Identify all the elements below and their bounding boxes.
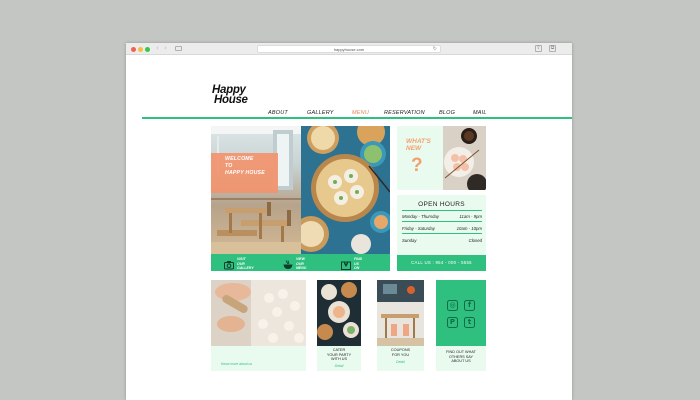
nav-reservation[interactable]: RESERVATION [384, 110, 425, 116]
cater-card[interactable]: CATER YOUR PARTY WITH US Detail [317, 280, 361, 371]
social-text: FIND OUT WHAT OTHERS SAY ABOUT US [446, 350, 476, 364]
maximize-window-button[interactable] [145, 46, 150, 52]
address-bar[interactable]: happyhouse.com ↻ [257, 45, 441, 53]
close-window-button[interactable] [131, 46, 136, 52]
question-mark: ? [411, 155, 423, 176]
minimize-window-button[interactable] [138, 46, 143, 52]
whats-new-panel: WHAT'S NEW ? [397, 126, 443, 190]
social-icons-panel: ◎ f P t [436, 280, 486, 346]
welcome-line-1: WELCOME [225, 156, 254, 162]
reload-icon[interactable]: ↻ [433, 46, 437, 53]
sidebar-toggle-icon[interactable] [175, 46, 182, 51]
about-card[interactable]: Know more about us [211, 280, 306, 371]
social-card: ◎ f P t FIND OUT WHAT OTHERS SAY ABOUT U… [436, 280, 486, 371]
hours-time: 10am - 10pm [456, 226, 482, 231]
hours-time: 11am - 9pm [459, 214, 482, 219]
nav-gallery[interactable]: GALLERY [307, 110, 334, 116]
facebook-icon[interactable]: f [464, 300, 475, 311]
dumplings-photo [293, 126, 390, 254]
hours-divider [402, 233, 482, 234]
hours-days: Monday - Thursday [402, 214, 440, 219]
map-pin-icon [341, 257, 351, 270]
welcome-line-3: HAPPY HOUSE [225, 170, 265, 176]
visit-gallery-label: VISIT OUR GALLERY [237, 257, 254, 270]
instagram-icon[interactable]: ◎ [447, 300, 458, 311]
nav-about[interactable]: ABOUT [268, 110, 288, 116]
url-text: happyhouse.com [333, 47, 365, 52]
coupons-text: COUPONS FOR YOU [390, 348, 411, 357]
site-logo[interactable]: Happy House [212, 84, 248, 106]
hours-divider [402, 210, 482, 211]
dumpling-making-photo [211, 280, 306, 351]
tabs-overview-icon[interactable]: ⧉ [549, 45, 556, 52]
nav-divider [142, 117, 572, 119]
welcome-line-2: TO [225, 163, 233, 169]
welcome-box: WELCOME TO HAPPY HOUSE [211, 153, 278, 193]
coupons-card[interactable]: COUPONS FOR YOU Detail [377, 280, 424, 371]
call-us-bar[interactable]: CALL US : 954 - 000 - 5555 [397, 255, 486, 271]
hours-time: Closed [468, 238, 482, 243]
bowl-icon [283, 257, 293, 269]
coupons-detail-link[interactable]: Detail [377, 360, 424, 364]
back-arrow-icon[interactable]: ‹ [156, 44, 159, 53]
hero-action-bar: VISIT OUR GALLERY VIEW OUR MENU FIND US … [211, 254, 390, 271]
open-hours-title: OPEN HOURS [418, 201, 465, 208]
restaurant-dining-photo [377, 280, 424, 351]
browser-window: ‹ › happyhouse.com ↻ ⇧ ⧉ Happy House ABO… [126, 43, 572, 400]
web-page: Happy House ABOUT GALLERY MENU RESERVATI… [126, 55, 572, 400]
catering-food-photo [317, 280, 361, 351]
twitter-icon[interactable]: t [464, 317, 475, 328]
know-more-link[interactable]: Know more about us [221, 362, 296, 366]
camera-icon [224, 257, 234, 270]
nav-menu[interactable]: MENU [352, 110, 369, 116]
whats-new-line-1: WHAT'S [406, 138, 431, 145]
hours-days: Sunday [402, 238, 417, 243]
logo-line-2: House [214, 94, 248, 106]
whats-new-title: WHAT'S NEW [406, 138, 431, 152]
hero-banner: WELCOME TO HAPPY HOUSE VISIT OUR GALLERY [211, 126, 390, 271]
hours-days: Friday - Saturday [402, 226, 435, 231]
dim-sum-photo [443, 126, 486, 190]
cater-detail-link[interactable]: Detail [317, 364, 361, 368]
browser-toolbar: ‹ › happyhouse.com ↻ ⇧ ⧉ [126, 43, 572, 55]
view-menu-label: VIEW OUR MENU [296, 257, 307, 270]
whats-new-line-2: NEW [406, 145, 422, 152]
forward-arrow-icon[interactable]: › [164, 44, 167, 53]
find-on-map-label: FIND US ON THE MAP [354, 257, 363, 271]
share-icon[interactable]: ⇧ [535, 45, 542, 52]
nav-blog[interactable]: BLOG [439, 110, 455, 116]
open-hours-card: OPEN HOURS Monday - Thursday 11am - 9pm … [397, 195, 486, 271]
pinterest-icon[interactable]: P [447, 317, 458, 328]
hours-divider [402, 221, 482, 222]
whats-new-card[interactable]: WHAT'S NEW ? [397, 126, 486, 190]
cater-text: CATER YOUR PARTY WITH US [326, 348, 352, 362]
nav-mail[interactable]: MAIL [473, 110, 487, 116]
